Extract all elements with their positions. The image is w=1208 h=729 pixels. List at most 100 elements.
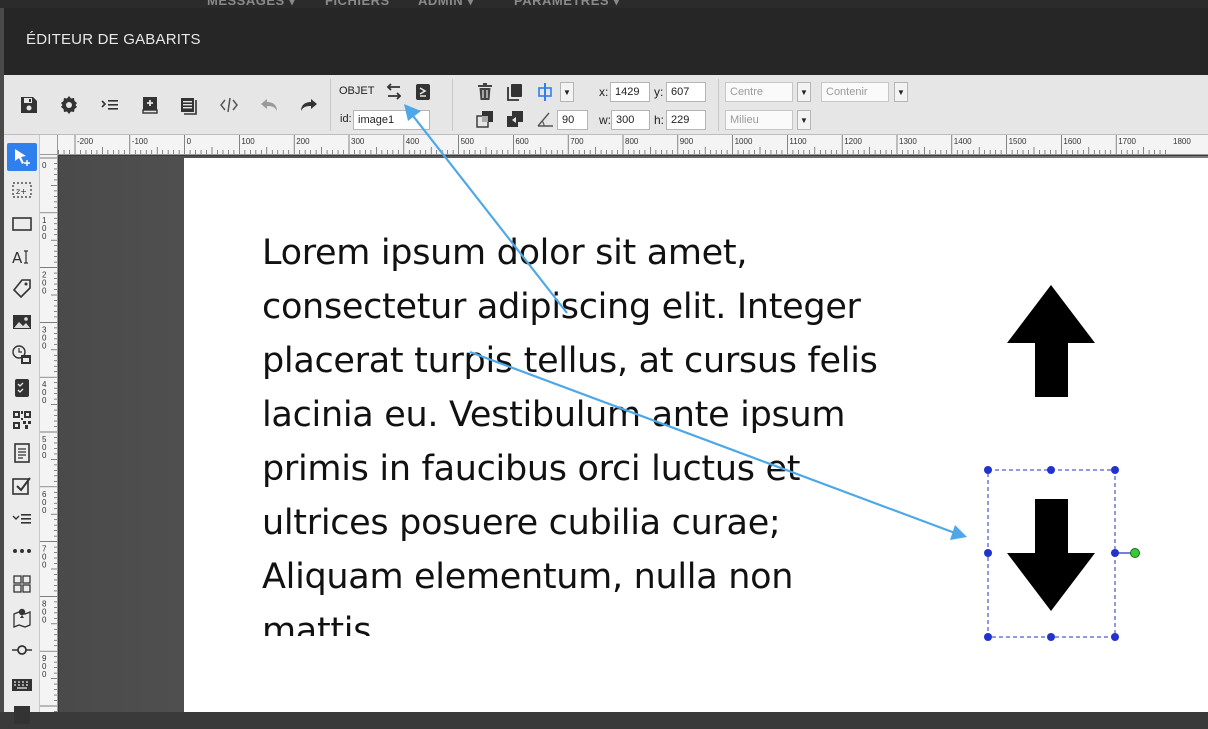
x-input[interactable]: [610, 82, 650, 102]
ruler-h-label: 900: [680, 137, 694, 146]
toolbar-separator: [718, 79, 719, 131]
vertical-align-dropdown[interactable]: ▼: [797, 110, 811, 130]
ruler-h-label: 1800: [1173, 137, 1191, 146]
checkbox-icon: [12, 477, 31, 495]
svg-text:z+: z+: [16, 187, 27, 196]
save-icon[interactable]: [16, 92, 42, 118]
angle-input[interactable]: [557, 110, 588, 130]
toolbar-separator: [452, 79, 453, 131]
ruler-v-label: 0: [42, 561, 47, 570]
gear-icon[interactable]: [56, 92, 82, 118]
nav-admin[interactable]: ADMIN ▾: [418, 0, 474, 8]
ruler-v-label: 0: [42, 396, 47, 405]
tool-sidebar: z+ A: [4, 135, 40, 724]
ruler-h-label: 200: [296, 137, 310, 146]
ruler-v-label: 0: [42, 670, 47, 679]
id-input[interactable]: [353, 110, 430, 130]
keyboard-tool-button[interactable]: [7, 670, 37, 698]
ruler-h-label: 400: [406, 137, 420, 146]
qrcode-icon: [13, 411, 31, 429]
nav-messages[interactable]: MESSAGES ▾: [207, 0, 296, 8]
ruler-h-label: 1500: [1009, 137, 1027, 146]
ruler-h-label: 0: [187, 137, 192, 146]
title-bar: ÉDITEUR DE GABARITS: [4, 8, 1208, 75]
object-label: OBJET: [339, 85, 375, 97]
rectangle-tool-button[interactable]: [7, 210, 37, 238]
tag-tool-button[interactable]: [7, 275, 37, 303]
ruler-v-label: 0: [42, 451, 47, 460]
swap-icon[interactable]: [381, 79, 407, 105]
text-tool-button[interactable]: A: [7, 243, 37, 271]
copy-icon[interactable]: [502, 79, 528, 105]
width-input[interactable]: [611, 110, 650, 130]
top-navigation: MESSAGES ▾ FICHIERS ADMIN ▾ PARAMÈTRES ▾: [0, 0, 1208, 8]
height-input[interactable]: [666, 110, 706, 130]
image-tool-button[interactable]: [7, 308, 37, 336]
rectangle-icon: [12, 217, 32, 231]
id-label: id:: [340, 113, 352, 125]
keyboard-icon: [12, 679, 32, 691]
checkbox-tool-button[interactable]: [7, 472, 37, 500]
toolbar: OBJET id: ▼ x: y: w: h: Centre ▼ Conteni…: [4, 75, 1208, 135]
svg-text:A: A: [12, 249, 23, 267]
send-back-icon[interactable]: [472, 106, 498, 132]
ruler-h-label: 1100: [789, 137, 807, 146]
zone-tool-button[interactable]: z+: [7, 176, 37, 204]
pages-icon[interactable]: [176, 92, 202, 118]
document-tool-button[interactable]: [7, 439, 37, 467]
vertical-align-select[interactable]: Milieu: [725, 110, 793, 130]
image-icon: [13, 315, 31, 329]
angle-icon: [532, 106, 558, 132]
next-object-icon[interactable]: [410, 79, 436, 105]
more-tool-button[interactable]: [7, 537, 37, 565]
undo-icon[interactable]: [256, 92, 282, 118]
ruler-h-label: 800: [625, 137, 639, 146]
select-tool-button[interactable]: [7, 143, 37, 171]
zone-icon: z+: [12, 182, 32, 198]
align-center-icon[interactable]: [532, 79, 558, 105]
checklist-tool-button[interactable]: [7, 374, 37, 402]
code-icon[interactable]: [216, 92, 242, 118]
nav-parametres[interactable]: PARAMÈTRES ▾: [514, 0, 620, 8]
document-icon: [14, 443, 30, 463]
datetime-tool-button[interactable]: [7, 341, 37, 369]
pointer-icon: [15, 149, 30, 166]
bring-front-icon[interactable]: [502, 106, 528, 132]
fit-select[interactable]: Contenir: [821, 82, 889, 102]
nav-fichiers[interactable]: FICHIERS: [325, 0, 390, 8]
y-label: y:: [654, 85, 664, 99]
map-pin-icon: [13, 608, 31, 628]
redo-icon[interactable]: [296, 92, 322, 118]
fit-dropdown[interactable]: ▼: [894, 82, 908, 102]
window-title: ÉDITEUR DE GABARITS: [26, 31, 201, 48]
text-block[interactable]: Lorem ipsum dolor sit amet, consectetur …: [262, 226, 902, 636]
add-book-icon[interactable]: [137, 92, 163, 118]
h-label: h:: [654, 113, 665, 127]
ruler-v-label: 0: [42, 287, 47, 296]
vertical-ruler-scale: 0100200300400500600700800900: [40, 157, 57, 712]
qrcode-tool-button[interactable]: [7, 406, 37, 434]
list-tool-button[interactable]: [7, 505, 37, 533]
ruler-h-label: 100: [241, 137, 255, 146]
horizontal-ruler-scale: -200 -100 0 100 200 300 400 500 600 700 800 900 1000…: [58, 135, 1191, 154]
w-label: w:: [599, 113, 611, 127]
grid-tool-button[interactable]: [7, 570, 37, 598]
extra-tool-button[interactable]: [7, 701, 37, 729]
clock-calendar-icon: [12, 345, 31, 364]
trash-icon[interactable]: [472, 79, 498, 105]
slider-tool-button[interactable]: [7, 636, 37, 664]
ruler-h-label: 1300: [899, 137, 917, 146]
tag-icon: [12, 279, 31, 299]
list-icon: [12, 514, 31, 524]
y-input[interactable]: [666, 82, 706, 102]
checklist-icon: [15, 379, 29, 397]
map-tool-button[interactable]: [7, 603, 37, 631]
horizontal-align-select[interactable]: Centre: [725, 82, 793, 102]
outline-list-icon[interactable]: [97, 92, 123, 118]
ellipsis-icon: [13, 549, 31, 553]
ruler-h-label: 700: [570, 137, 584, 146]
horizontal-align-dropdown[interactable]: ▼: [797, 82, 811, 102]
align-dropdown-button[interactable]: ▼: [560, 82, 574, 102]
grid-icon: [13, 575, 31, 593]
ruler-v-label: 0: [42, 341, 47, 350]
